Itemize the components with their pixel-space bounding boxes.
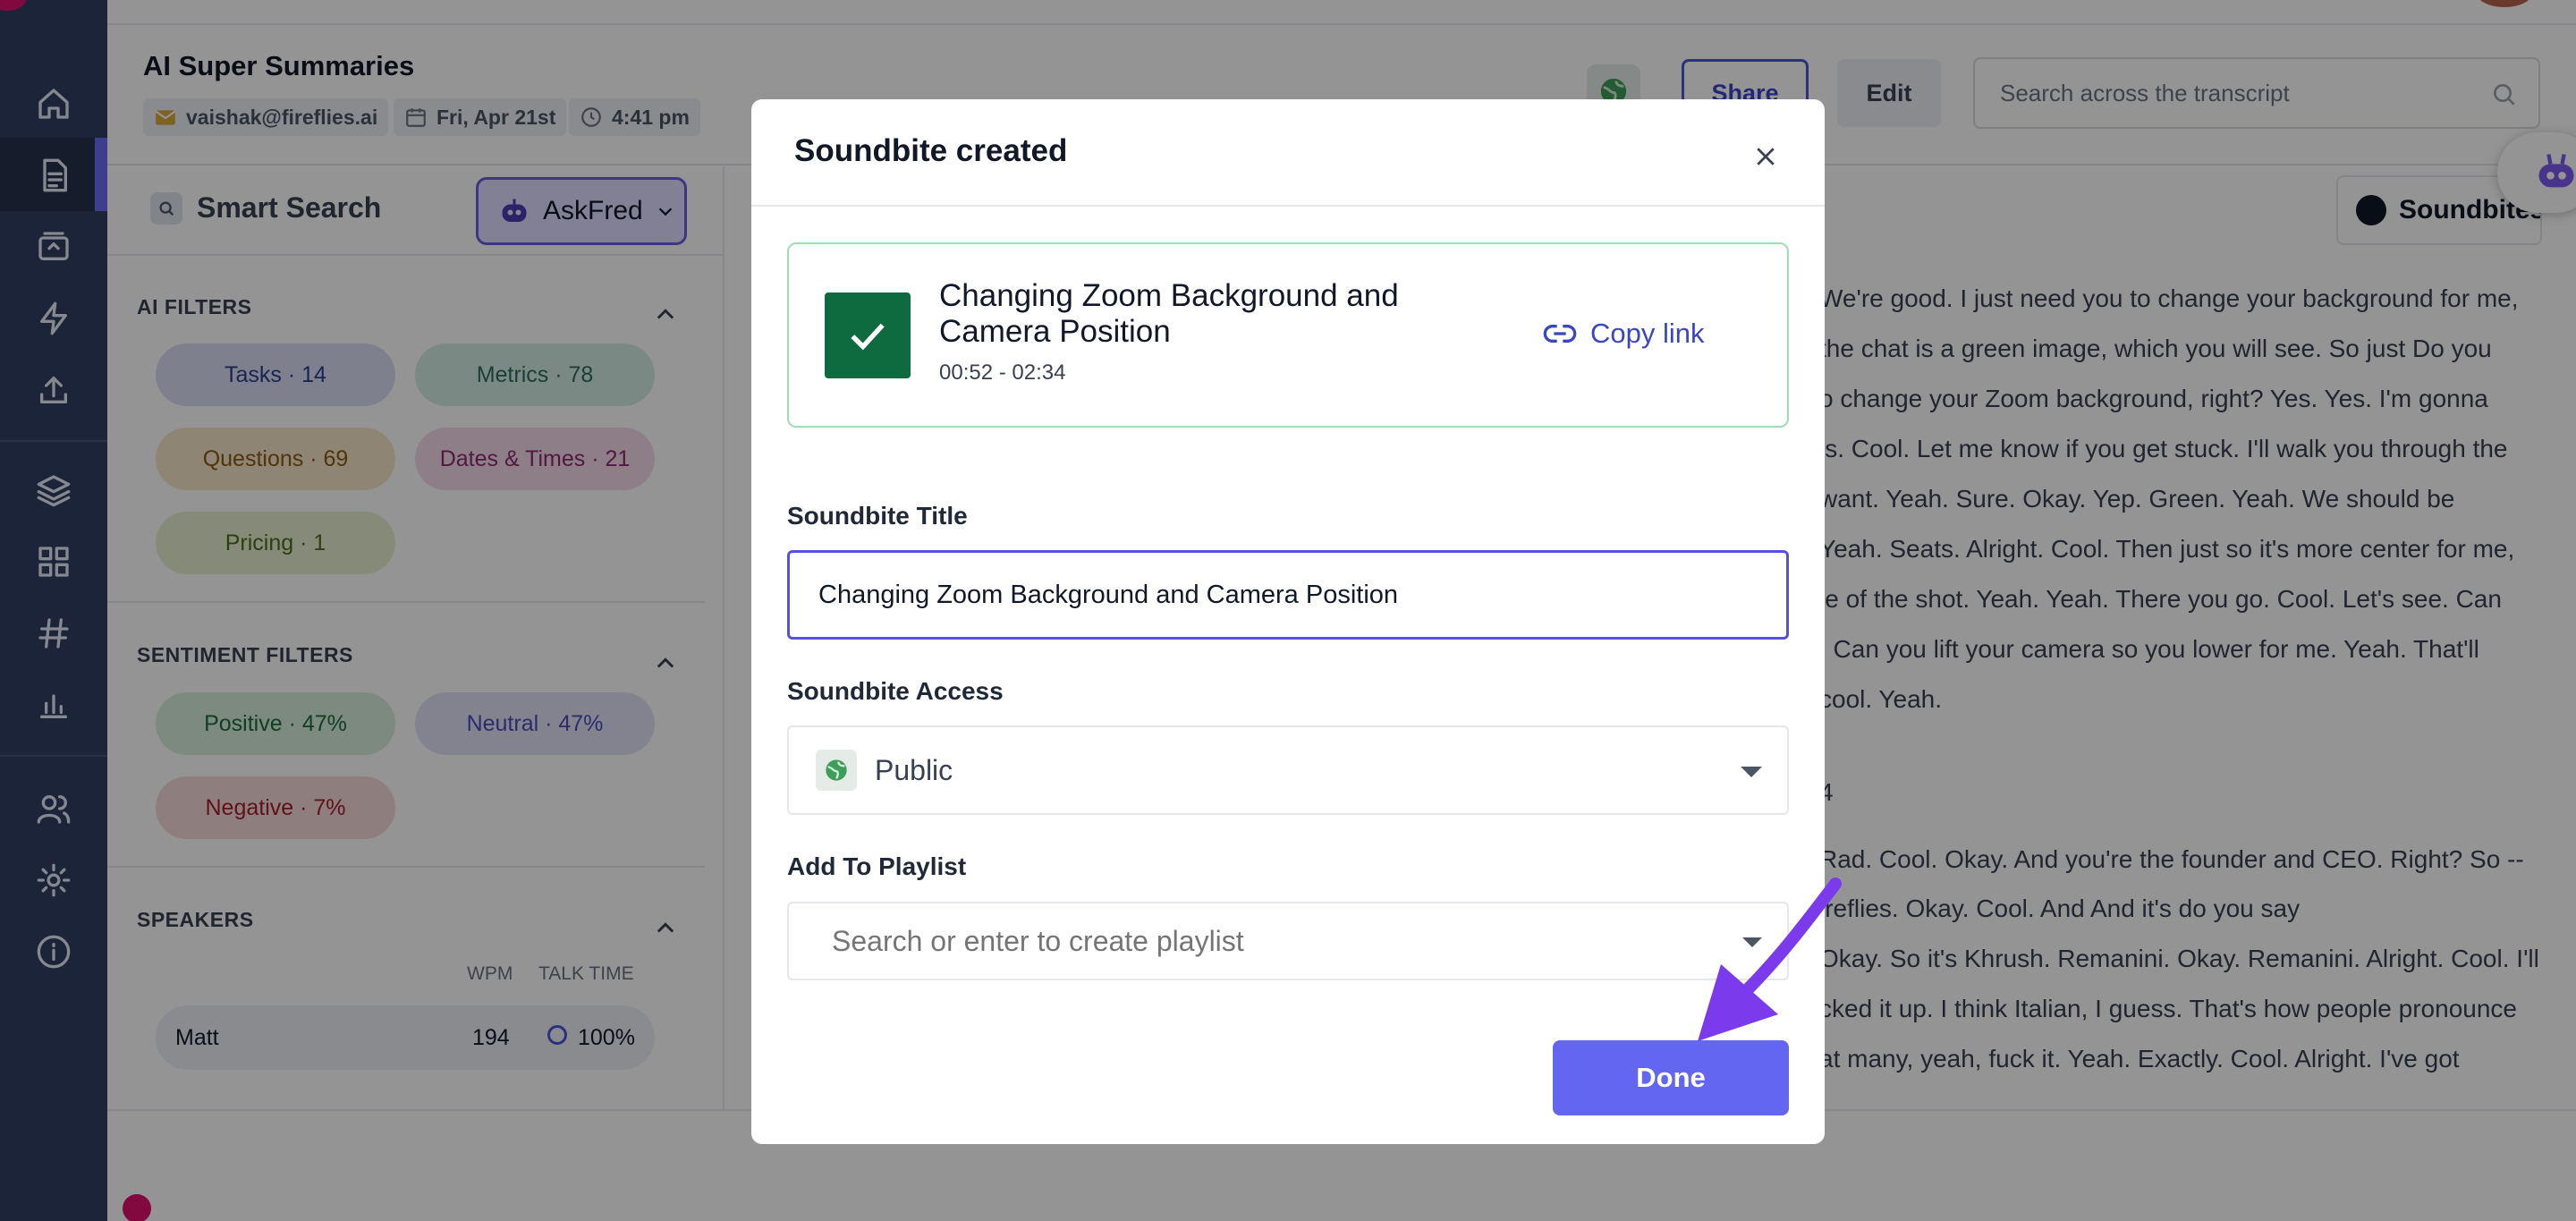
soundbite-time-range: 00:52 - 02:34 xyxy=(939,360,1066,385)
playlist-label: Add To Playlist xyxy=(787,852,967,880)
soundbite-card: Changing Zoom Background and Camera Posi… xyxy=(787,242,1789,428)
copy-link-label: Copy link xyxy=(1590,318,1705,349)
access-value: Public xyxy=(875,753,953,786)
modal-title: Soundbite created xyxy=(794,133,1068,168)
annotation-arrow xyxy=(1698,878,1842,1041)
soundbite-title-label: Soundbite Title xyxy=(787,502,968,530)
check-icon xyxy=(825,293,911,378)
soundbite-name: Changing Zoom Background and Camera Posi… xyxy=(939,278,1399,349)
modal-divider xyxy=(751,205,1825,207)
close-icon[interactable] xyxy=(1748,139,1784,174)
copy-link-button[interactable]: Copy link xyxy=(1542,316,1705,352)
soundbite-access-label: Soundbite Access xyxy=(787,677,1004,705)
globe-icon xyxy=(816,750,857,791)
done-button[interactable]: Done xyxy=(1553,1040,1789,1115)
link-icon xyxy=(1543,325,1577,343)
playlist-search-input[interactable] xyxy=(787,902,1789,980)
soundbite-created-modal: Soundbite created Changing Zoom Backgrou… xyxy=(751,99,1825,1144)
caret-down-icon xyxy=(1741,767,1762,777)
soundbite-title-input[interactable] xyxy=(787,550,1789,640)
soundbite-access-select[interactable]: Public xyxy=(787,725,1789,815)
